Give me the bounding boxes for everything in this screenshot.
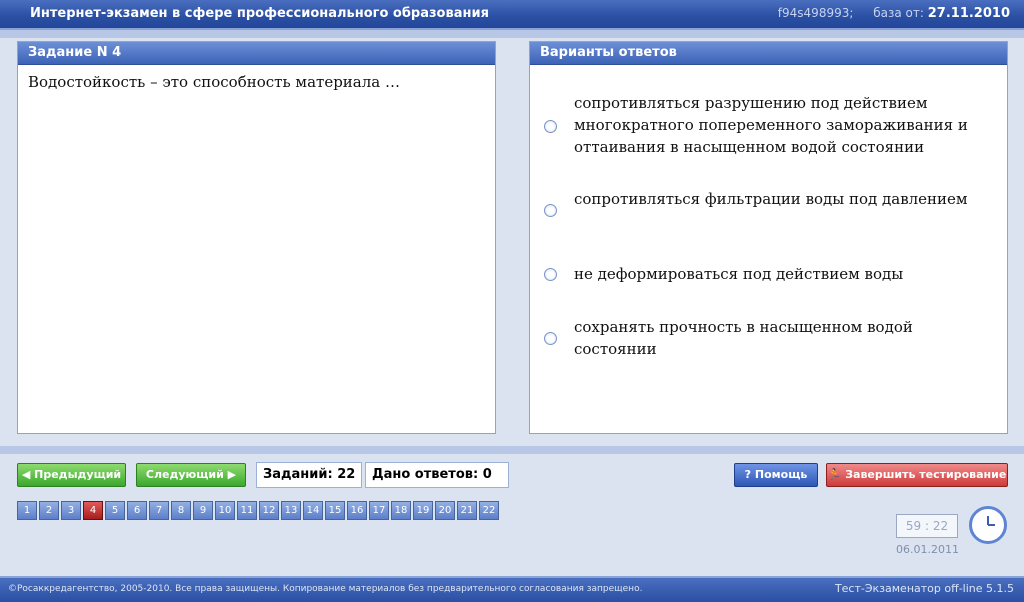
finish-label: Завершить тестирование: [845, 468, 1007, 481]
middle-band: [0, 446, 1024, 454]
next-button[interactable]: Следующий ▶: [136, 463, 246, 487]
chevron-right-icon: ▶: [223, 468, 237, 481]
task-15[interactable]: 15: [325, 501, 345, 520]
question-text: Водостойкость – это способность материал…: [28, 73, 400, 91]
answers-title: Варианты ответов: [530, 42, 1007, 65]
help-label: Помощь: [754, 468, 808, 481]
task-11[interactable]: 11: [237, 501, 257, 520]
running-man-icon: 🏃: [827, 468, 846, 481]
current-date: 06.01.2011: [896, 543, 959, 556]
task-17[interactable]: 17: [369, 501, 389, 520]
task-20[interactable]: 20: [435, 501, 455, 520]
clock-icon: [969, 506, 1007, 544]
task-3[interactable]: 3: [61, 501, 81, 520]
task-12[interactable]: 12: [259, 501, 279, 520]
chevron-left-icon: ◀: [21, 468, 35, 481]
answer-text: не деформироваться под действием воды: [574, 265, 904, 283]
task-18[interactable]: 18: [391, 501, 411, 520]
answer-text: сохранять прочность в насыщенном водой с…: [574, 318, 913, 358]
task-8[interactable]: 8: [171, 501, 191, 520]
timer-display: 59 : 22: [896, 514, 958, 538]
radio-button[interactable]: [544, 120, 557, 133]
help-icon: ?: [744, 468, 755, 481]
task-22[interactable]: 22: [479, 501, 499, 520]
task-9[interactable]: 9: [193, 501, 213, 520]
answers-panel: Варианты ответов сопротивляться разрушен…: [529, 41, 1008, 434]
app-version: Тест-Экзаменатор off-line 5.1.5: [834, 582, 1014, 595]
task-1[interactable]: 1: [17, 501, 37, 520]
task-13[interactable]: 13: [281, 501, 301, 520]
tasks-count: Заданий: 22: [256, 462, 363, 488]
radio-button[interactable]: [544, 268, 557, 281]
radio-button[interactable]: [544, 332, 557, 345]
previous-label: Предыдущий: [34, 468, 122, 481]
task-16[interactable]: 16: [347, 501, 367, 520]
radio-button[interactable]: [544, 204, 557, 217]
help-button[interactable]: ? Помощь: [734, 463, 818, 487]
footer: ©Росаккредагентство, 2005-2010. Все прав…: [0, 576, 1024, 602]
task-6[interactable]: 6: [127, 501, 147, 520]
copyright: ©Росаккредагентство, 2005-2010. Все прав…: [8, 584, 643, 594]
answer-option[interactable]: не деформироваться под действием воды: [544, 263, 984, 287]
session-code: f94s498993;: [777, 6, 854, 20]
answer-option[interactable]: сопротивляться разрушению под действием …: [544, 92, 984, 162]
base-label: база от:: [873, 6, 924, 20]
task-navigation: 1 2 3 4 5 6 7 8 9 10 11 12 13 14 15 16 1…: [17, 501, 501, 520]
previous-button[interactable]: ◀ Предыдущий: [17, 463, 126, 487]
finish-button[interactable]: 🏃 Завершить тестирование: [826, 463, 1008, 487]
task-7[interactable]: 7: [149, 501, 169, 520]
answer-option[interactable]: сопротивляться фильтрации воды под давле…: [544, 188, 984, 218]
task-14[interactable]: 14: [303, 501, 323, 520]
question-panel: Задание N 4 Водостойкость – это способно…: [17, 41, 496, 434]
next-label: Следующий: [145, 468, 224, 481]
task-19[interactable]: 19: [413, 501, 433, 520]
task-4[interactable]: 4: [83, 501, 103, 520]
answer-text: сопротивляться разрушению под действием …: [574, 94, 968, 156]
answer-option[interactable]: сохранять прочность в насыщенном водой с…: [544, 316, 984, 362]
task-2[interactable]: 2: [39, 501, 59, 520]
answer-text: сопротивляться фильтрации воды под давле…: [574, 190, 968, 208]
task-21[interactable]: 21: [457, 501, 477, 520]
title-bar: Интернет-экзамен в сфере профессионально…: [0, 0, 1024, 30]
app-title: Интернет-экзамен в сфере профессионально…: [30, 6, 489, 21]
answered-count: Дано ответов: 0: [365, 462, 509, 488]
top-band: [0, 30, 1024, 38]
base-date: 27.11.2010: [927, 6, 1010, 21]
question-title: Задание N 4: [18, 42, 495, 65]
task-5[interactable]: 5: [105, 501, 125, 520]
task-10[interactable]: 10: [215, 501, 235, 520]
header-info: f94s498993; база от: 27.11.2010: [778, 6, 1010, 21]
